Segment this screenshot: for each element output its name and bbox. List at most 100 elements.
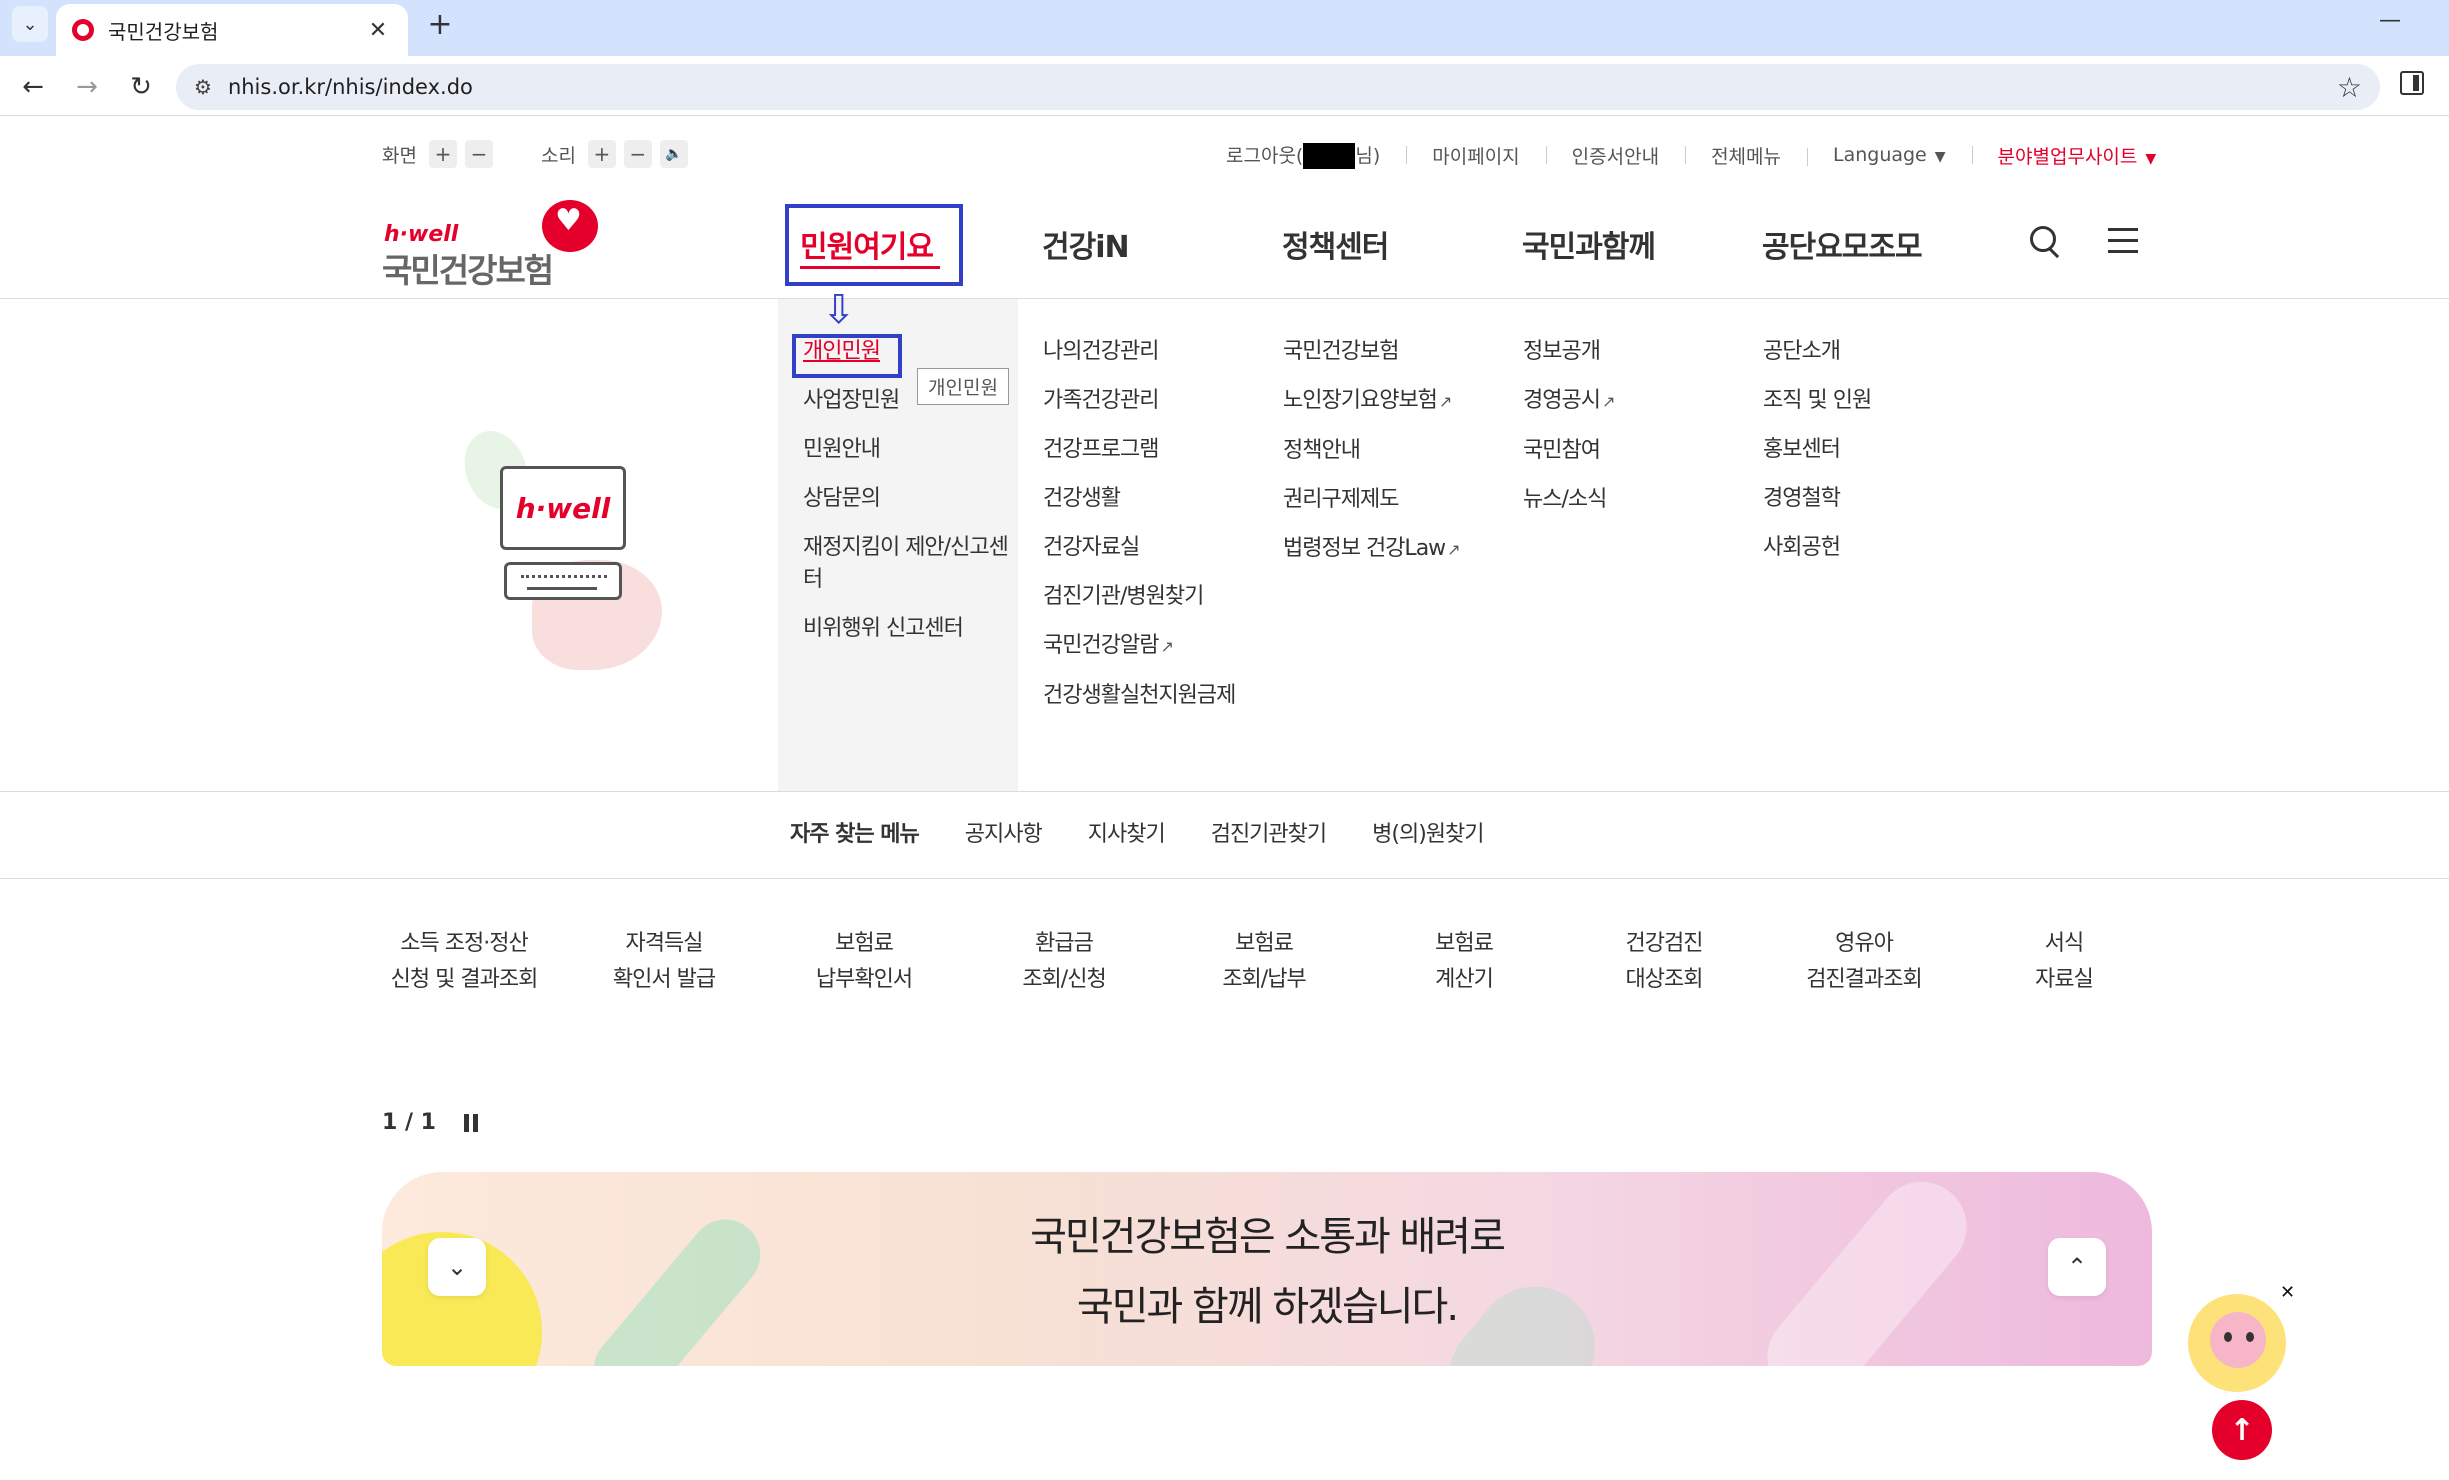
submenu-item[interactable]: 나의건강관리 [1043, 336, 1253, 368]
url-text[interactable]: nhis.or.kr/nhis/index.do [228, 75, 2337, 99]
frequent-menu-bar: 자주 찾는 메뉴 공지사항 지사찾기 검진기관찾기 병(의)원찾기 [790, 816, 1530, 848]
reload-icon[interactable]: ↻ [122, 68, 160, 106]
window-minimize-button[interactable]: — [2370, 2, 2410, 38]
annotation-arrow-down-icon: ⇩ [822, 287, 856, 333]
utility-links: 로그아웃(님) 마이페이지 인증서안내 전체메뉴 Language ▼ 분야별업무… [1200, 140, 2182, 170]
submenu-item-external[interactable]: 경영공시 ↗ [1523, 385, 1733, 418]
slider-page-count: 1 / 1 [382, 1110, 436, 1135]
service-item[interactable]: 보험료 계산기 [1364, 926, 1564, 998]
logout-link[interactable]: 로그아웃(님) [1200, 141, 1406, 170]
keyboard-icon [504, 562, 622, 600]
search-icon[interactable] [2028, 224, 2064, 260]
service-line-2: 조회/신청 [1022, 967, 1106, 992]
gnb-about-nhis[interactable]: 공단요모조모 [1762, 222, 1923, 266]
submenu-item[interactable]: 권리구제제도 [1283, 484, 1493, 516]
freq-link-notice[interactable]: 공지사항 [965, 816, 1043, 848]
chatbot-button[interactable] [2188, 1294, 2286, 1392]
speaker-icon[interactable]: 🔈 [659, 140, 688, 168]
submenu-item-civil-guide[interactable]: 민원안내 [803, 434, 1013, 466]
submenu-item[interactable]: 사회공헌 [1763, 532, 1973, 564]
scroll-top-button[interactable]: ↑ [2212, 1400, 2272, 1460]
site-info-icon[interactable]: ⚙ [194, 75, 212, 99]
submenu-item-consultation[interactable]: 상담문의 [803, 483, 1013, 515]
service-item[interactable]: 보험료 납부확인서 [764, 926, 964, 998]
external-link-icon: ↗ [1438, 392, 1452, 411]
tab-close-icon[interactable]: ✕ [364, 18, 392, 43]
submenu-item[interactable]: 조직 및 인원 [1763, 385, 1973, 417]
all-menu-link[interactable]: 전체메뉴 [1685, 142, 1807, 169]
forward-arrow-icon[interactable]: → [68, 68, 106, 106]
gnb-policy-center[interactable]: 정책센터 [1282, 222, 1389, 266]
submenu-item-label: 노인장기요양보험 [1283, 388, 1438, 413]
submenu-item[interactable]: 국민건강보험 [1283, 336, 1493, 368]
back-arrow-icon[interactable]: ← [14, 68, 52, 106]
submenu-item-external[interactable]: 노인장기요양보험 ↗ [1283, 385, 1493, 418]
service-item[interactable]: 서식 자료실 [1964, 926, 2164, 998]
submenu-item[interactable]: 홍보센터 [1763, 434, 1973, 466]
submenu-item[interactable]: 가족건강관리 [1043, 385, 1253, 417]
service-line-2: 검진결과조회 [1806, 967, 1922, 992]
service-item[interactable]: 자격득실 확인서 발급 [564, 926, 764, 998]
language-label: Language [1832, 144, 1927, 166]
submenu-item-finance-guardian[interactable]: 재정지킴이 제안/신고센터 [803, 532, 1013, 596]
service-item[interactable]: 보험료 조회/납부 [1164, 926, 1364, 998]
language-selector[interactable]: Language ▼ [1806, 144, 1972, 166]
certificate-guide-link[interactable]: 인증서안내 [1545, 142, 1685, 169]
browser-tab[interactable]: 국민건강보험 ✕ [56, 4, 408, 56]
tab-title: 국민건강보험 [108, 19, 219, 44]
submenu-item-misconduct-report[interactable]: 비위행위 신고센터 [803, 613, 1013, 645]
banner-line-1: 국민건강보험은 소통과 배려로 [1030, 1214, 1506, 1260]
submenu-item[interactable]: 건강프로그램 [1043, 434, 1253, 466]
submenu-item[interactable]: 검진기관/병원찾기 [1043, 581, 1253, 613]
zoom-out-button[interactable]: − [464, 140, 493, 168]
submenu-item[interactable]: 건강생활 [1043, 483, 1253, 515]
mypage-link[interactable]: 마이페이지 [1406, 142, 1545, 169]
volume-down-button[interactable]: − [623, 140, 652, 168]
service-item[interactable]: 환급금조회/신청 [964, 926, 1164, 998]
service-item[interactable]: 건강검진대상조회 [1564, 926, 1764, 998]
submenu-item-label: 법령정보 건강Law [1283, 536, 1446, 561]
address-bar[interactable]: ⚙ nhis.or.kr/nhis/index.do ☆ [176, 64, 2380, 110]
megamenu-divider [0, 791, 2449, 792]
service-item[interactable]: 영유아 검진결과조회 [1764, 926, 1964, 998]
submenu-item[interactable]: 건강생활실천지원금제 [1043, 680, 1253, 712]
side-panel-icon[interactable] [2400, 71, 2424, 95]
service-line-2: 대상조회 [1625, 967, 1704, 992]
banner-down-button[interactable]: ⌄ [428, 1238, 486, 1296]
submenu-item[interactable]: 경영철학 [1763, 483, 1973, 515]
submenu-column-about: 공단소개 조직 및 인원 홍보센터 경영철학 사회공헌 [1763, 336, 1973, 581]
freq-link-branch[interactable]: 지사찾기 [1088, 816, 1166, 848]
service-line-1: 환급금 [1035, 931, 1094, 956]
submenu-item[interactable]: 정보공개 [1523, 336, 1733, 368]
submenu-item-external[interactable]: 국민건강알람 ↗ [1043, 630, 1253, 663]
chatbot-close-icon[interactable]: ✕ [2280, 1282, 2295, 1303]
field-sites-selector[interactable]: 분야별업무사이트 ▼ [1971, 142, 2183, 169]
nhis-logo[interactable]: h·well 국민건강보험 [382, 200, 612, 290]
bookmark-star-icon[interactable]: ☆ [2337, 71, 2362, 104]
service-line-1: 건강검진 [1625, 931, 1704, 956]
browser-toolbar: ← → ↻ ⚙ nhis.or.kr/nhis/index.do ☆ [0, 56, 2449, 116]
monitor-hwell-text: h·well [515, 491, 611, 525]
submenu-item[interactable]: 정책안내 [1283, 435, 1493, 467]
submenu-item[interactable]: 국민참여 [1523, 435, 1733, 467]
chatbot-character-icon [2210, 1312, 2266, 1368]
submenu-item-external[interactable]: 법령정보 건강Law ↗ [1283, 533, 1493, 566]
freq-link-checkup[interactable]: 검진기관찾기 [1211, 816, 1327, 848]
hamburger-menu-icon[interactable] [2108, 228, 2138, 254]
gnb-with-people[interactable]: 국민과함께 [1522, 222, 1656, 266]
service-item[interactable]: 소득 조정·정산 신청 및 결과조회 [364, 926, 564, 998]
freq-link-hospital[interactable]: 병(의)원찾기 [1372, 816, 1484, 848]
submenu-item[interactable]: 건강자료실 [1043, 532, 1253, 564]
pause-icon[interactable] [463, 1113, 478, 1132]
nhis-favicon-icon [72, 19, 94, 41]
banner-up-button[interactable]: ⌃ [2048, 1238, 2106, 1296]
new-tab-button[interactable]: + [420, 4, 460, 44]
submenu-item[interactable]: 뉴스/소식 [1523, 484, 1733, 516]
submenu-item[interactable]: 공단소개 [1763, 336, 1973, 368]
tab-search-chevron-icon[interactable]: ⌄ [12, 6, 48, 42]
gnb-health-in[interactable]: 건강iN [1042, 222, 1130, 266]
header-divider [0, 298, 2449, 299]
external-link-icon: ↗ [1447, 540, 1460, 559]
volume-up-button[interactable]: + [587, 140, 616, 168]
zoom-in-button[interactable]: + [428, 140, 457, 168]
